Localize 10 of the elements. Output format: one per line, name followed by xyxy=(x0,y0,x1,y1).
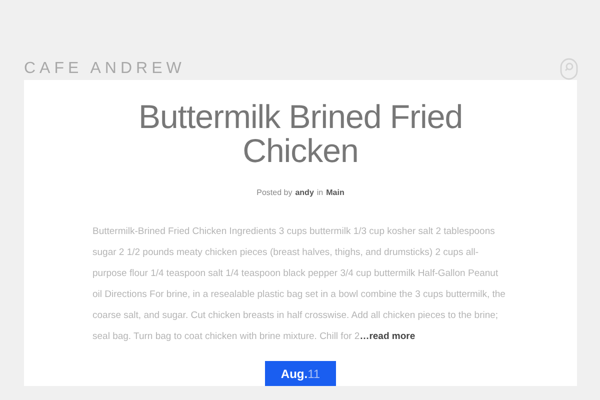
in-text: in xyxy=(316,188,324,197)
date-month: Aug. xyxy=(280,366,308,380)
post-excerpt: Buttermilk-Brined Fried Chicken Ingredients 3 cups buttermilk 1/3 cup kosher salt 2 tablespoons sugar 2 1/2 pounds meaty chicken pieces (breast halves, thighs, and drumsticks) 2 cups all-purpose flour 1/4 teaspoon salt 1/4 teaspoon black pepper 3/4 cup buttermilk Half-Gallon Peanut oil Directions For brine, in a resealable plastic bag set in a bowl combine the 3 cups buttermilk, the coarse salt, and sugar. Cut chicken breasts in half crosswise. Add all chicken pieces to the brine; seal bag. Turn bag to coat chicken with brine mixture. Chill for 2…read more xyxy=(92,225,506,344)
date-day: 11 xyxy=(308,366,320,380)
post-title[interactable]: Buttermilk Brined Fried Chicken xyxy=(130,100,470,168)
read-more-link[interactable]: …read more xyxy=(360,331,416,342)
search-icon[interactable] xyxy=(560,58,578,80)
author-link[interactable]: andy xyxy=(295,188,314,197)
posted-by-text: Posted by xyxy=(256,188,292,197)
category-link[interactable]: Main xyxy=(326,188,344,197)
